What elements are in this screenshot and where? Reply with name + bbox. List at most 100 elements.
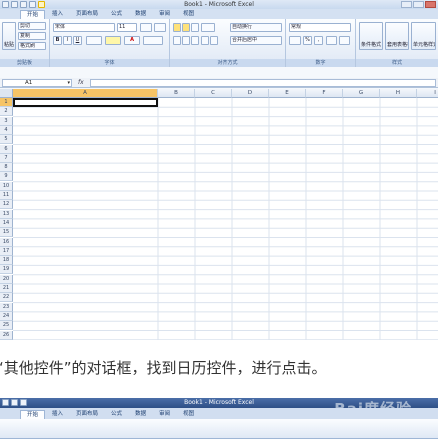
row-header[interactable]: 2 <box>0 107 13 117</box>
column-header[interactable]: A <box>13 89 158 98</box>
excel-window-top: Book1 - Microsoft Excel 开始 插入 页面布局 公式 数据… <box>0 0 438 340</box>
align-bottom-icon[interactable] <box>191 23 199 32</box>
shrink-font-icon[interactable] <box>154 23 166 32</box>
row-header[interactable]: 24 <box>0 311 13 321</box>
phonetic-icon[interactable] <box>143 36 163 45</box>
fx-icon[interactable]: fx <box>78 79 84 86</box>
align-center-icon[interactable] <box>182 36 190 45</box>
row-header[interactable]: 15 <box>0 228 13 238</box>
column-header[interactable]: H <box>380 89 417 98</box>
column-header[interactable]: B <box>158 89 195 98</box>
row-header[interactable]: 4 <box>0 125 13 135</box>
active-cell-a1[interactable] <box>13 98 158 107</box>
styles-group: 条件格式 套用表格格式 单元格样式 样式 <box>356 19 438 67</box>
maximize-icon[interactable] <box>413 1 424 8</box>
row-header[interactable]: 17 <box>0 246 13 256</box>
number-group-label: 数字 <box>286 59 355 67</box>
format-painter-button[interactable]: 格式刷 <box>18 42 46 50</box>
row-header[interactable]: 6 <box>0 144 13 154</box>
paste-button[interactable]: 粘贴 <box>2 22 16 50</box>
align-top-icon[interactable] <box>173 23 181 32</box>
column-header[interactable]: D <box>232 89 269 98</box>
bold-icon[interactable]: B <box>53 36 62 45</box>
tab-view[interactable]: 视图 <box>177 10 200 19</box>
merge-center-button[interactable]: 合并后居中 <box>230 36 282 45</box>
orientation-icon[interactable] <box>201 23 215 32</box>
column-header[interactable]: C <box>195 89 232 98</box>
row-header[interactable]: 8 <box>0 163 13 173</box>
decrease-decimal-icon[interactable] <box>339 36 350 45</box>
number-format-select[interactable]: 常规 <box>289 23 351 32</box>
row-header[interactable]: 18 <box>0 256 13 266</box>
tab-page-layout[interactable]: 页面布局 <box>70 10 104 19</box>
tab-review[interactable]: 审阅 <box>153 10 176 19</box>
cut-button[interactable]: 剪切 <box>18 22 46 30</box>
cell-styles-button[interactable]: 单元格样式 <box>411 22 436 50</box>
row-header[interactable]: 7 <box>0 153 13 163</box>
bottom-tab-home[interactable]: 开始 <box>20 410 46 419</box>
row-header[interactable]: 12 <box>0 200 13 210</box>
bottom-tab-view[interactable]: 视图 <box>177 410 200 419</box>
bottom-tab-page-layout[interactable]: 页面布局 <box>70 410 104 419</box>
bottom-tab-insert[interactable]: 插入 <box>46 410 69 419</box>
row-header[interactable]: 25 <box>0 321 13 331</box>
row-header[interactable]: 5 <box>0 135 13 145</box>
row-header[interactable]: 9 <box>0 172 13 182</box>
row-header[interactable]: 20 <box>0 274 13 284</box>
decrease-indent-icon[interactable] <box>201 36 209 45</box>
increase-decimal-icon[interactable] <box>326 36 337 45</box>
underline-icon[interactable]: U <box>73 36 82 45</box>
column-header[interactable]: F <box>306 89 343 98</box>
column-header[interactable]: G <box>343 89 380 98</box>
formula-input[interactable] <box>90 79 436 87</box>
close-icon[interactable] <box>425 1 436 8</box>
column-header[interactable]: E <box>269 89 306 98</box>
conditional-format-button[interactable]: 条件格式 <box>359 22 383 50</box>
tab-insert[interactable]: 插入 <box>46 10 69 19</box>
font-size-select[interactable]: 11 <box>117 23 137 32</box>
font-name-select[interactable]: 宋体 <box>53 23 115 32</box>
align-middle-icon[interactable] <box>182 23 190 32</box>
column-header[interactable]: I <box>417 89 438 98</box>
row-header[interactable]: 21 <box>0 284 13 293</box>
bottom-tab-review[interactable]: 审阅 <box>153 410 176 419</box>
row-header[interactable]: 3 <box>0 116 13 126</box>
row-header[interactable]: 11 <box>0 191 13 200</box>
bottom-tab-data[interactable]: 数据 <box>129 410 152 419</box>
format-as-table-button[interactable]: 套用表格格式 <box>385 22 409 50</box>
bottom-ribbon <box>0 419 438 439</box>
border-icon[interactable] <box>86 36 102 45</box>
percent-icon[interactable]: % <box>303 36 312 45</box>
row-header[interactable]: 23 <box>0 302 13 312</box>
select-all-corner[interactable] <box>0 89 13 98</box>
align-left-icon[interactable] <box>173 36 181 45</box>
font-color-icon[interactable]: A <box>124 36 140 45</box>
name-box[interactable]: A1 ▾ <box>2 79 72 87</box>
bottom-tab-formulas[interactable]: 公式 <box>105 410 128 419</box>
tab-formulas[interactable]: 公式 <box>105 10 128 19</box>
fill-color-icon[interactable] <box>105 36 121 45</box>
row-header[interactable]: 26 <box>0 330 13 340</box>
wrap-text-button[interactable]: 自动换行 <box>230 23 282 32</box>
row-header[interactable]: 10 <box>0 181 13 191</box>
comma-icon[interactable]: , <box>314 36 323 45</box>
currency-icon[interactable] <box>289 36 301 45</box>
minimize-icon[interactable] <box>401 1 412 8</box>
align-right-icon[interactable] <box>191 36 199 45</box>
row-header[interactable]: 19 <box>0 265 13 275</box>
tab-data[interactable]: 数据 <box>129 10 152 19</box>
italic-icon[interactable]: I <box>63 36 72 45</box>
row-header[interactable]: 22 <box>0 293 13 303</box>
increase-indent-icon[interactable] <box>210 36 218 45</box>
spreadsheet-grid[interactable]: ABCDEFGHI 1 2 3 4 5 6 7 8 9 10 11 12 13 14 15 16 17 18 19 2… <box>0 89 438 340</box>
tab-home[interactable]: 开始 <box>20 10 46 19</box>
grow-font-icon[interactable] <box>140 23 152 32</box>
alignment-group-label: 对齐方式 <box>170 59 285 67</box>
row-header[interactable]: 16 <box>0 237 13 247</box>
instruction-caption: “其他控件”的对话框，找到日历控件，进行点击。 <box>0 359 327 377</box>
copy-button[interactable]: 复制 <box>18 32 46 40</box>
row-header[interactable]: 14 <box>0 218 13 228</box>
row-header[interactable]: 1 <box>0 98 13 107</box>
chevron-down-icon[interactable]: ▾ <box>67 80 70 87</box>
row-header[interactable]: 13 <box>0 209 13 219</box>
